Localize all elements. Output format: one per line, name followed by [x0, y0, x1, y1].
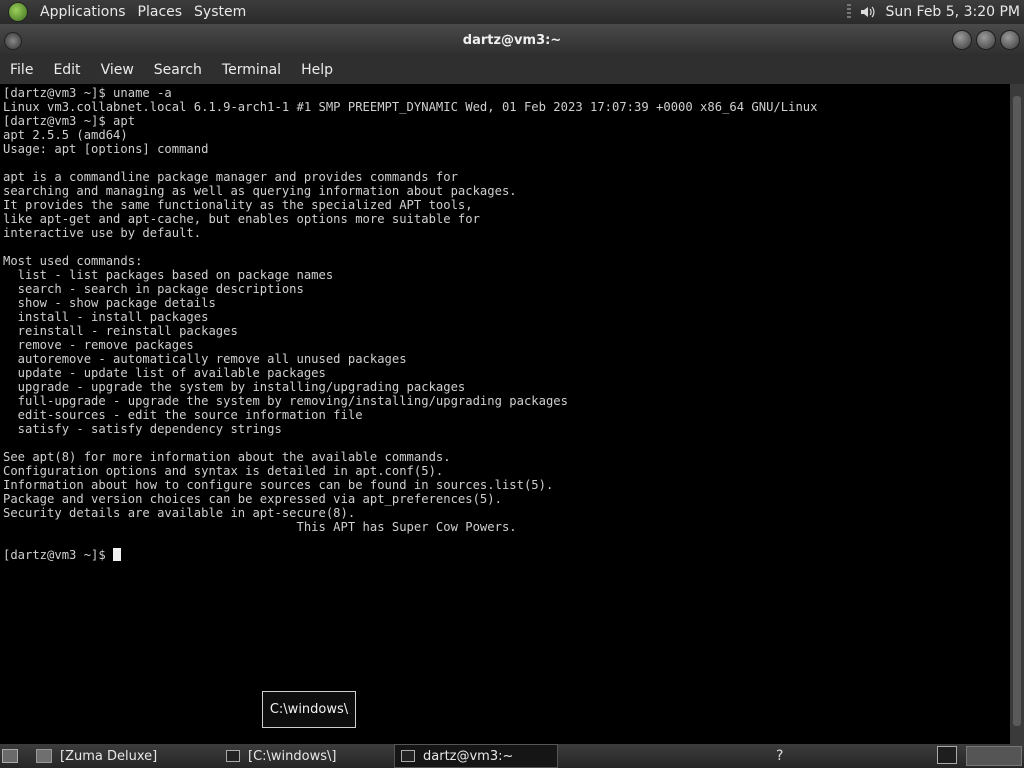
- terminal-lines: [dartz@vm3 ~]$ uname -a Linux vm3.collabn…: [3, 86, 1010, 548]
- terminal-tray-icon[interactable]: [937, 746, 957, 764]
- maximize-icon[interactable]: [976, 30, 996, 50]
- terminal-line: Configuration options and syntax is deta…: [3, 464, 444, 478]
- volume-icon[interactable]: [859, 4, 875, 20]
- terminal-line: This APT has Super Cow Powers.: [3, 520, 517, 534]
- scrollbar-thumb[interactable]: [1013, 96, 1021, 726]
- help-tray-icon[interactable]: ?: [776, 748, 783, 764]
- top-panel: Applications Places System Sun Feb 5, 3:…: [0, 0, 1024, 24]
- menu-edit[interactable]: Edit: [43, 62, 90, 78]
- window-menu-icon[interactable]: [4, 32, 22, 50]
- menu-help[interactable]: Help: [291, 62, 343, 78]
- terminal-line: Most used commands:: [3, 254, 143, 268]
- bottom-taskbar: [Zuma Deluxe] [C:\windows\] dartz@vm3:~ …: [0, 744, 1024, 768]
- terminal-line: upgrade - upgrade the system by installi…: [3, 380, 466, 394]
- menu-places[interactable]: Places: [132, 4, 189, 20]
- minimize-icon[interactable]: [952, 30, 972, 50]
- wine-window-icon: [226, 750, 240, 762]
- terminal-line: [dartz@vm3 ~]$ apt: [3, 114, 136, 128]
- terminal-line: It provides the same functionality as th…: [3, 198, 473, 212]
- terminal-line: autoremove - automatically remove all un…: [3, 352, 407, 366]
- terminal-line: reinstall - reinstall packages: [3, 324, 238, 338]
- terminal-line: Linux vm3.collabnet.local 6.1.9-arch1-1 …: [3, 100, 818, 114]
- workspace-switcher[interactable]: [966, 746, 1022, 766]
- task-label: [Zuma Deluxe]: [60, 748, 158, 764]
- terminal-line: update - update list of available packag…: [3, 366, 326, 380]
- terminal-icon: [401, 750, 415, 762]
- show-desktop-icon[interactable]: [2, 749, 18, 763]
- terminal-line: Package and version choices can be expre…: [3, 492, 502, 506]
- task-zuma-deluxe[interactable]: [Zuma Deluxe]: [52, 745, 206, 767]
- terminal-line: [3, 534, 1010, 548]
- menu-file[interactable]: File: [0, 62, 43, 78]
- terminal-line: list - list packages based on package na…: [3, 268, 334, 282]
- terminal-line: like apt-get and apt-cache, but enables …: [3, 212, 480, 226]
- terminal-line: searching and managing as well as queryi…: [3, 184, 517, 198]
- menu-terminal[interactable]: Terminal: [212, 62, 291, 78]
- terminal-line: remove - remove packages: [3, 338, 194, 352]
- menu-view[interactable]: View: [91, 62, 144, 78]
- terminal-prompt-line[interactable]: [dartz@vm3 ~]$: [3, 548, 1010, 562]
- terminal-line: [3, 156, 1010, 170]
- tooltip-text: C:\windows\: [269, 702, 349, 717]
- terminal-line: full-upgrade - upgrade the system by rem…: [3, 394, 568, 408]
- terminal-line: [3, 436, 1010, 450]
- taskbar-tooltip: C:\windows\: [262, 691, 356, 728]
- folder-icon[interactable]: [36, 749, 52, 763]
- terminal-line: Information about how to configure sourc…: [3, 478, 554, 492]
- terminal-line: apt 2.5.5 (amd64): [3, 128, 128, 142]
- window-title: dartz@vm3:~: [462, 32, 562, 48]
- terminal-line: show - show package details: [3, 296, 216, 310]
- close-icon[interactable]: [1000, 30, 1020, 50]
- terminal-output[interactable]: [dartz@vm3 ~]$ uname -a Linux vm3.collabn…: [0, 84, 1010, 744]
- menu-applications[interactable]: Applications: [34, 4, 132, 20]
- terminal-line: [dartz@vm3 ~]$ uname -a: [3, 86, 172, 100]
- terminal-line: satisfy - satisfy dependency strings: [3, 422, 282, 436]
- terminal-line: install - install packages: [3, 310, 209, 324]
- terminal-line: Security details are available in apt-se…: [3, 506, 356, 520]
- terminal-prompt: [dartz@vm3 ~]$: [3, 548, 114, 562]
- clock[interactable]: Sun Feb 5, 3:20 PM: [885, 4, 1020, 20]
- task-label: dartz@vm3:~: [423, 748, 514, 764]
- menu-search[interactable]: Search: [144, 62, 212, 78]
- menu-system[interactable]: System: [188, 4, 252, 20]
- menubar: File Edit View Search Terminal Help: [0, 56, 1024, 84]
- panel-handle-icon[interactable]: [847, 4, 852, 20]
- terminal-line: edit-sources - edit the source informati…: [3, 408, 363, 422]
- terminal-scrollbar[interactable]: [1010, 84, 1024, 744]
- task-terminal[interactable]: dartz@vm3:~: [394, 744, 558, 768]
- terminal-line: See apt(8) for more information about th…: [3, 450, 451, 464]
- gnome-foot-icon[interactable]: [8, 2, 28, 22]
- terminal-line: [3, 240, 1010, 254]
- window-buttons: [952, 30, 1020, 50]
- window-titlebar[interactable]: dartz@vm3:~: [0, 24, 1024, 56]
- terminal-line: Usage: apt [options] command: [3, 142, 209, 156]
- terminal-line: apt is a commandline package manager and…: [3, 170, 458, 184]
- terminal-line: search - search in package descriptions: [3, 282, 304, 296]
- task-label: [C:\windows\]: [248, 748, 337, 764]
- text-cursor: [113, 548, 122, 561]
- task-windows-folder[interactable]: [C:\windows\]: [220, 745, 382, 767]
- terminal-line: interactive use by default.: [3, 226, 202, 240]
